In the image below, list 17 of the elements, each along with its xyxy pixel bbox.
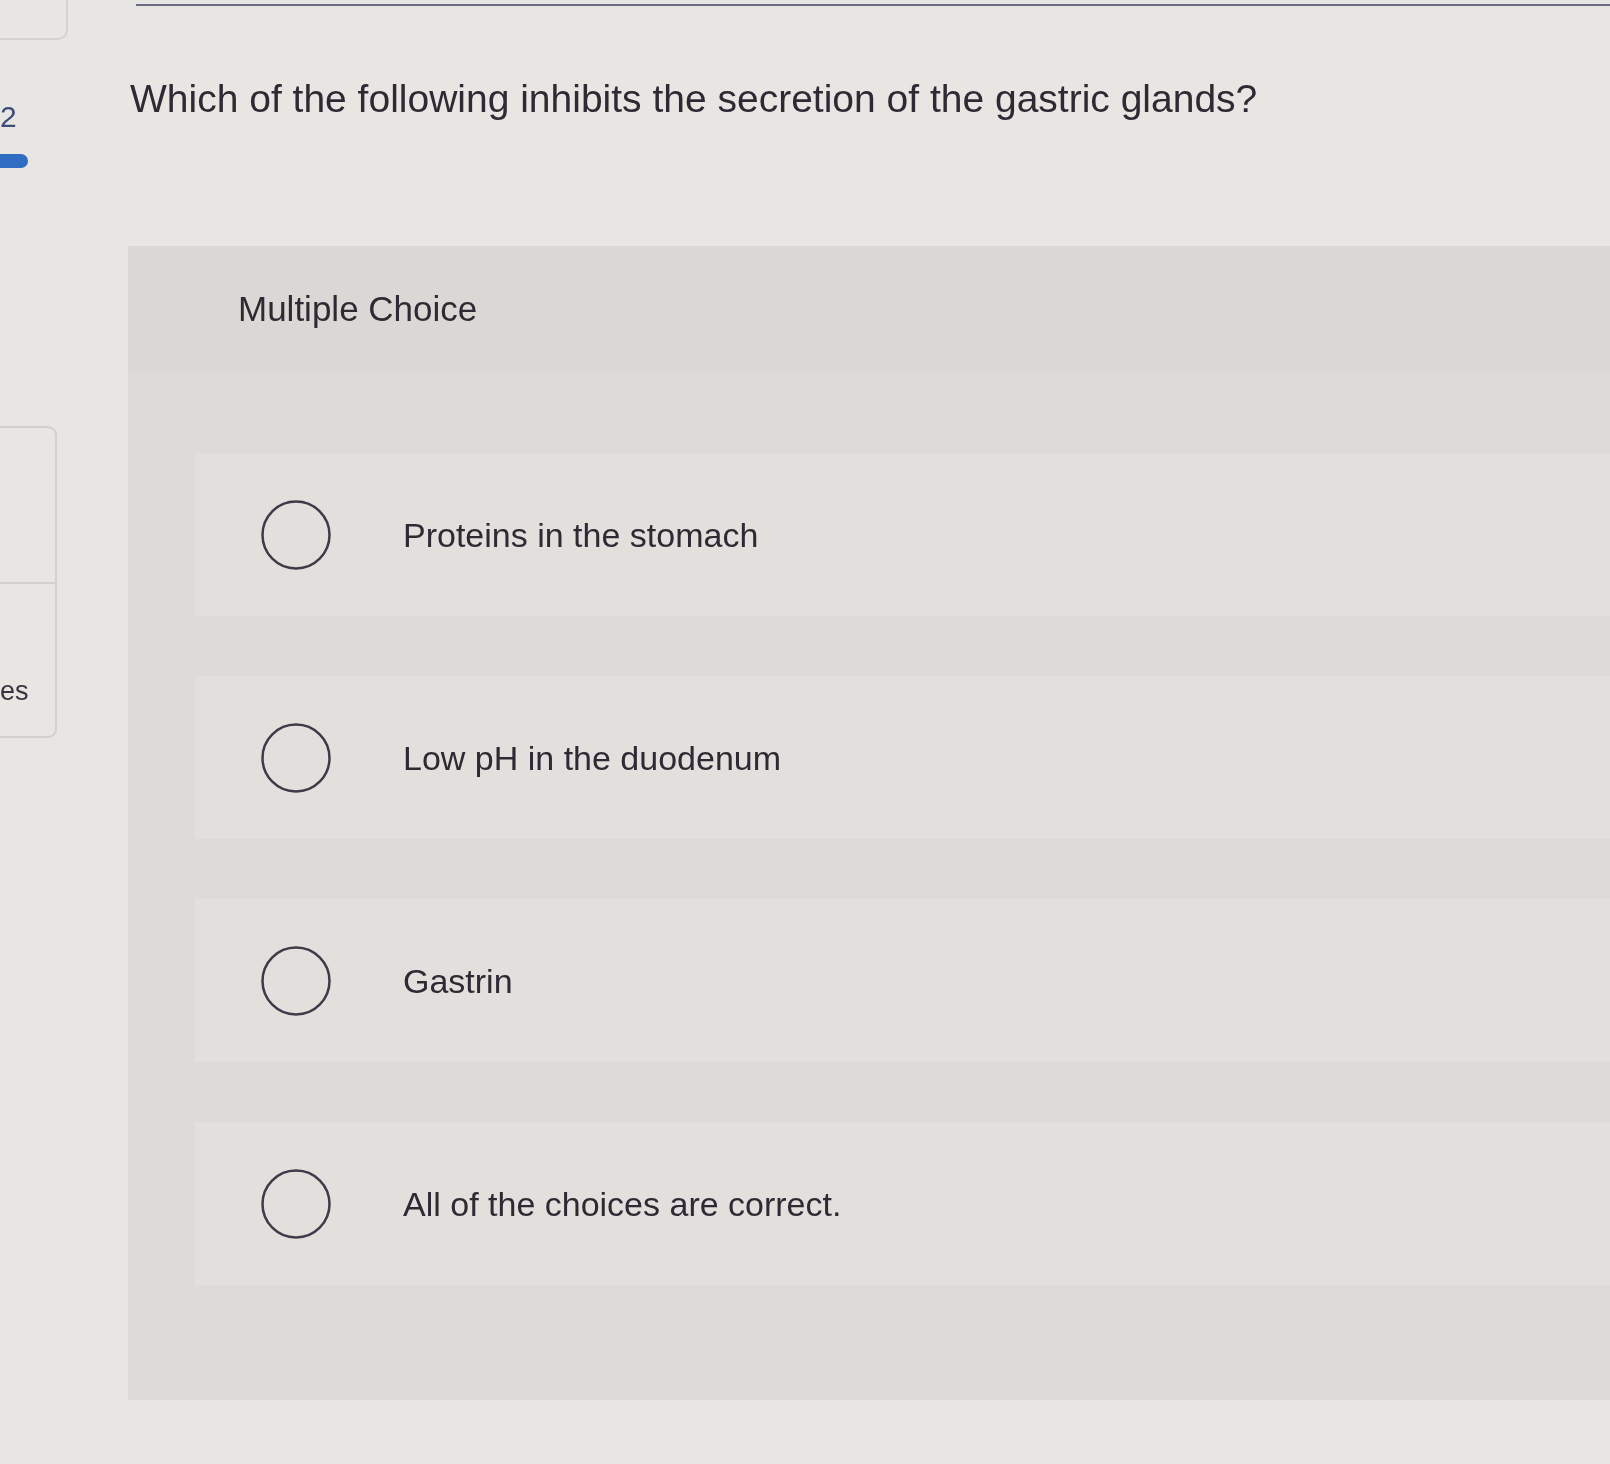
progress-marker (0, 154, 28, 168)
radio-button[interactable] (261, 1168, 331, 1239)
question-type-label: Multiple Choice (238, 288, 478, 329)
option-label[interactable]: Low pH in the duodenum (403, 737, 782, 778)
answer-option[interactable]: Gastrin (195, 899, 1610, 1062)
radio-button[interactable] (261, 945, 331, 1016)
answer-option[interactable]: Proteins in the stomach (195, 453, 1610, 616)
question-text: Which of the following inhibits the secretion of the gastric glands? (130, 76, 1259, 122)
radio-button[interactable] (261, 722, 331, 793)
answer-option[interactable]: Low pH in the duodenum (195, 676, 1610, 839)
answer-option[interactable]: All of the choices are correct. (195, 1122, 1610, 1285)
sidebar-panel-label[interactable]: es (0, 676, 55, 706)
option-label[interactable]: Gastrin (403, 960, 513, 1001)
radio-button[interactable] (261, 499, 331, 570)
question-number: 2 (0, 102, 17, 132)
option-label[interactable]: All of the choices are correct. (403, 1183, 842, 1224)
option-label[interactable]: Proteins in the stomach (403, 514, 759, 555)
